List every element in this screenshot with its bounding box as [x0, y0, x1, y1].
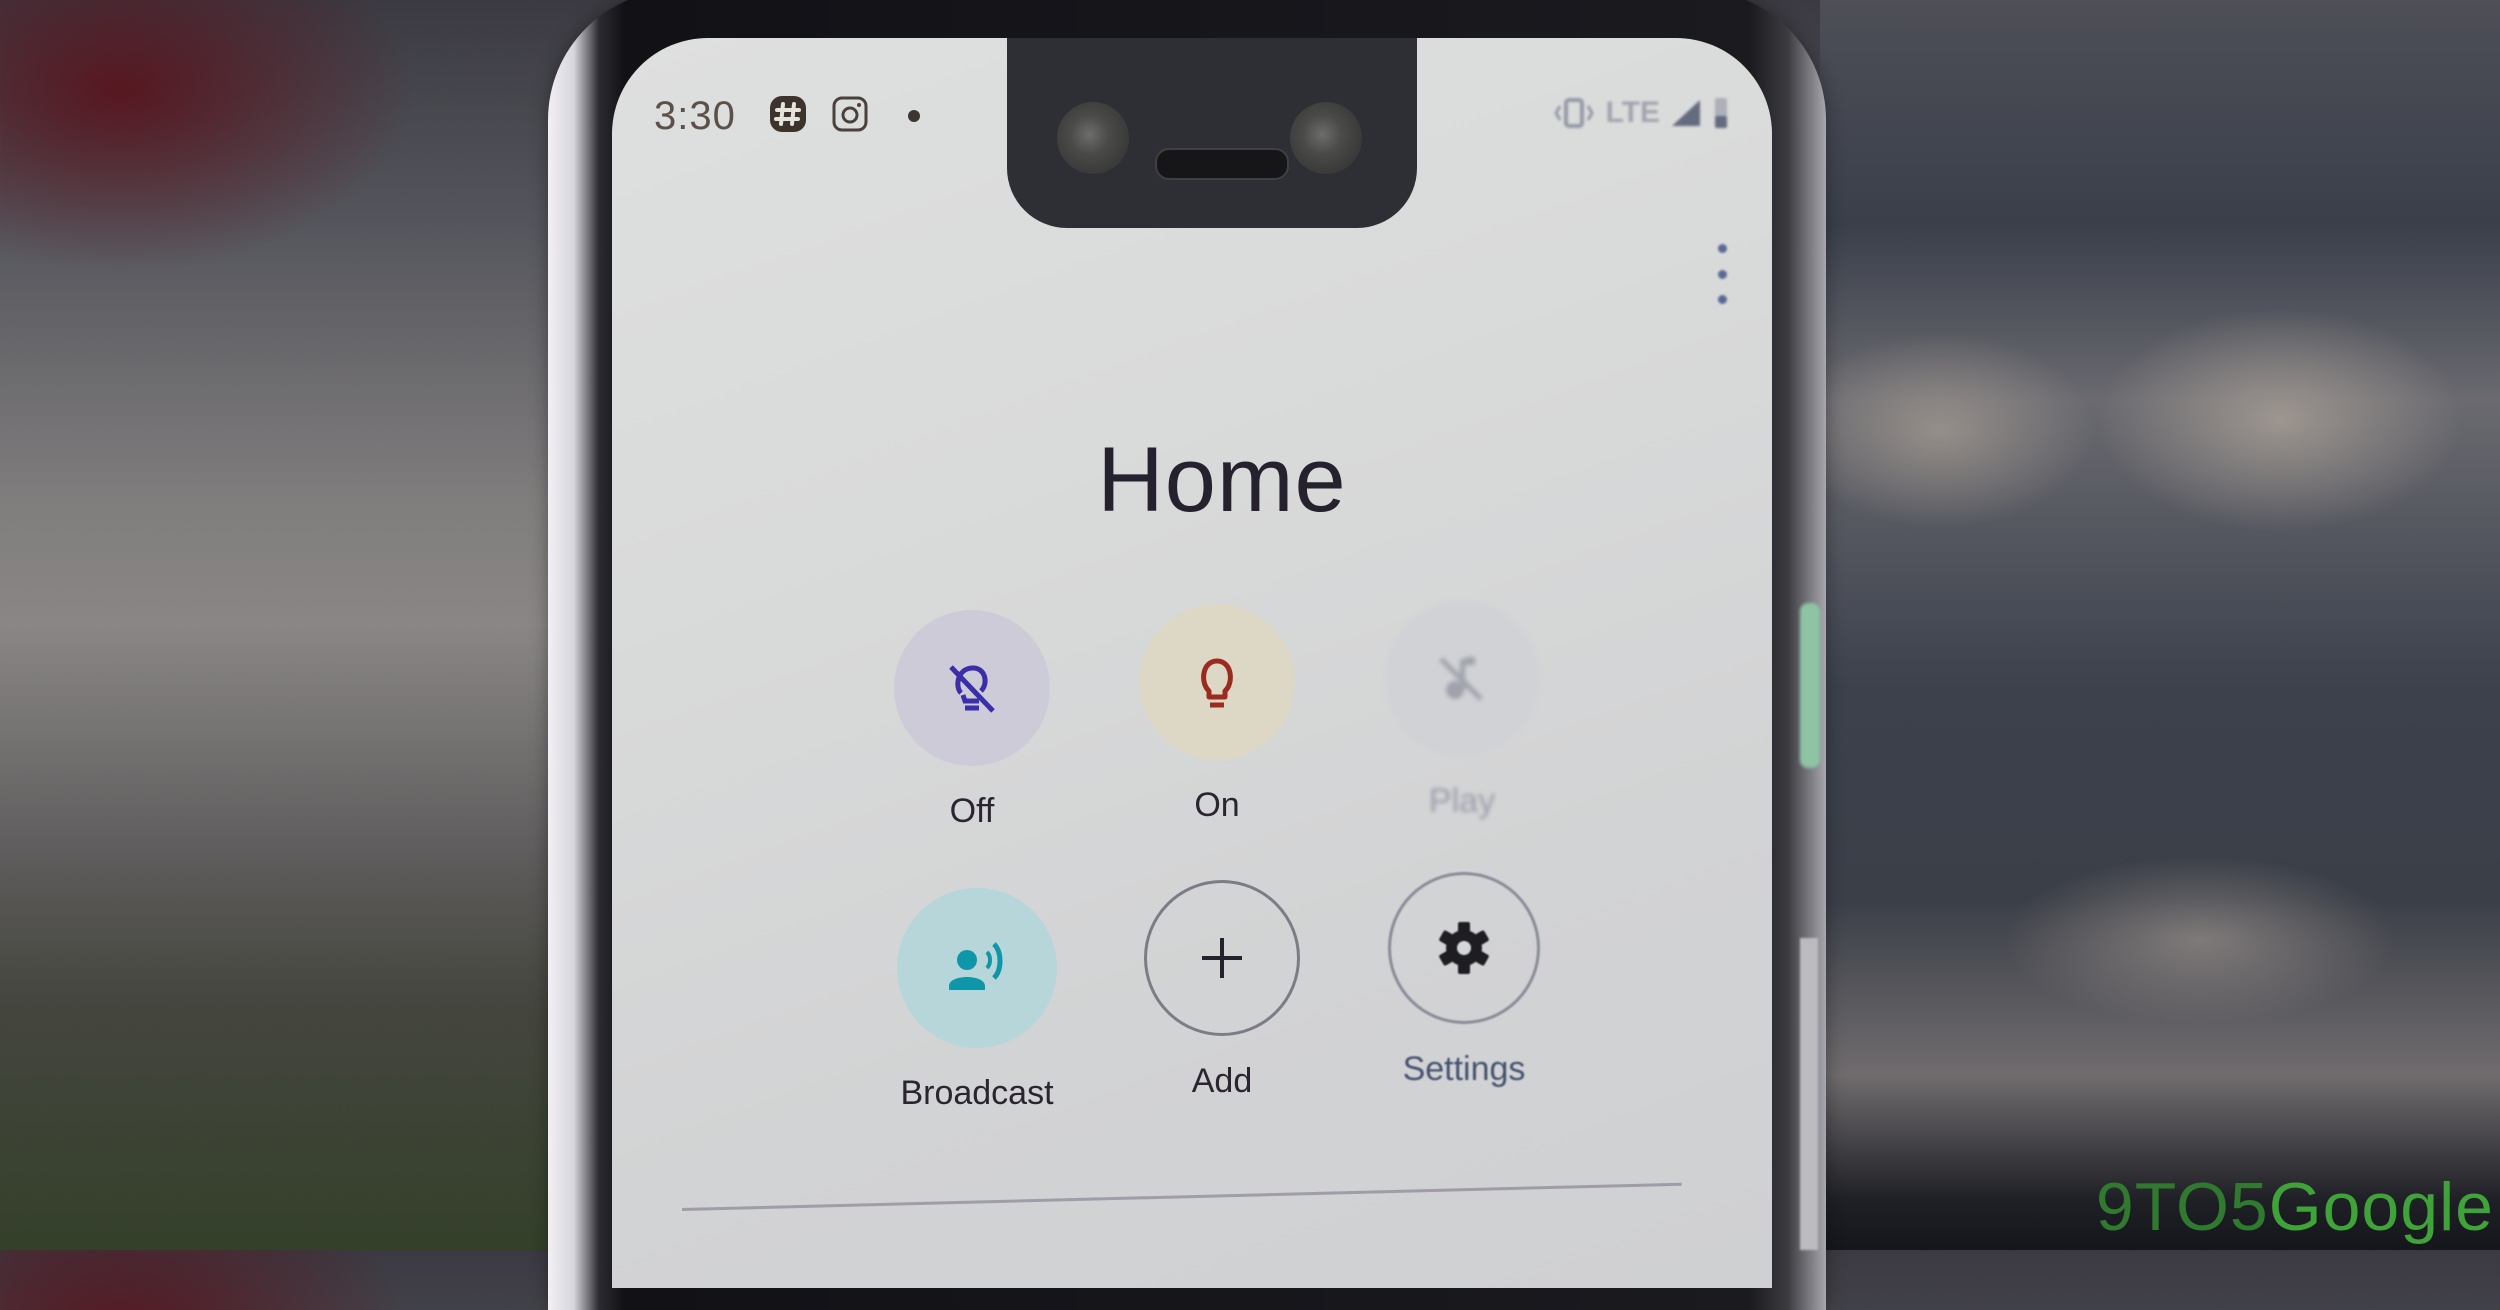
add-button-circle[interactable] [1144, 880, 1300, 1036]
off-button-circle[interactable] [894, 610, 1050, 766]
off-button[interactable]: Off [872, 610, 1072, 831]
broadcast-button-circle[interactable] [897, 888, 1057, 1048]
status-time: 3:30 [654, 94, 736, 138]
broadcast-button[interactable]: Broadcast [877, 888, 1077, 1113]
phone-screen: 3:30 LTE Home Off On Play Broadcast Add … [612, 38, 1772, 1288]
broadcast-icon [949, 942, 1003, 990]
battery-icon [1715, 98, 1727, 128]
settings-button[interactable]: Settings [1364, 872, 1564, 1089]
background-blur-right [1820, 0, 2500, 1250]
off-label: Off [949, 792, 995, 830]
add-label: Add [1191, 1062, 1253, 1100]
watermark-suffix: Google [2268, 1169, 2494, 1245]
notification-dot-icon [908, 110, 920, 122]
status-right-group: LTE [1552, 96, 1730, 130]
slack-icon [770, 96, 806, 132]
plus-icon [1202, 938, 1242, 978]
gear-icon [1439, 922, 1489, 974]
front-camera-left [1057, 102, 1129, 174]
watermark-logo: 9TO5Google [2096, 1168, 2494, 1246]
play-button-circle[interactable] [1384, 600, 1540, 756]
earpiece-speaker [1155, 148, 1289, 180]
section-divider [681, 1182, 1682, 1211]
broadcast-label: Broadcast [900, 1074, 1054, 1112]
on-button[interactable]: On [1117, 604, 1317, 825]
instagram-icon [832, 96, 868, 132]
play-button[interactable]: Play [1362, 600, 1562, 821]
signal-icon [1672, 100, 1700, 126]
on-button-circle[interactable] [1139, 604, 1295, 760]
watermark-prefix: 9TO5 [2095, 1169, 2269, 1245]
lightbulb-icon [1201, 658, 1233, 708]
settings-button-circle[interactable] [1388, 872, 1540, 1024]
network-type: LTE [1605, 96, 1660, 129]
volume-button [1800, 938, 1818, 1250]
on-label: On [1194, 786, 1240, 824]
front-camera-right [1290, 102, 1362, 174]
add-button[interactable]: Add [1122, 880, 1322, 1101]
play-label: Play [1428, 782, 1496, 820]
power-button [1800, 603, 1820, 768]
display-notch [1007, 38, 1417, 228]
music-off-icon [1439, 657, 1483, 701]
page-title: Home [1097, 429, 1347, 531]
more-vert-icon[interactable] [1712, 244, 1732, 304]
lightbulb-off-icon [949, 665, 995, 713]
vibrate-icon [1553, 98, 1594, 128]
settings-label: Settings [1402, 1050, 1526, 1088]
